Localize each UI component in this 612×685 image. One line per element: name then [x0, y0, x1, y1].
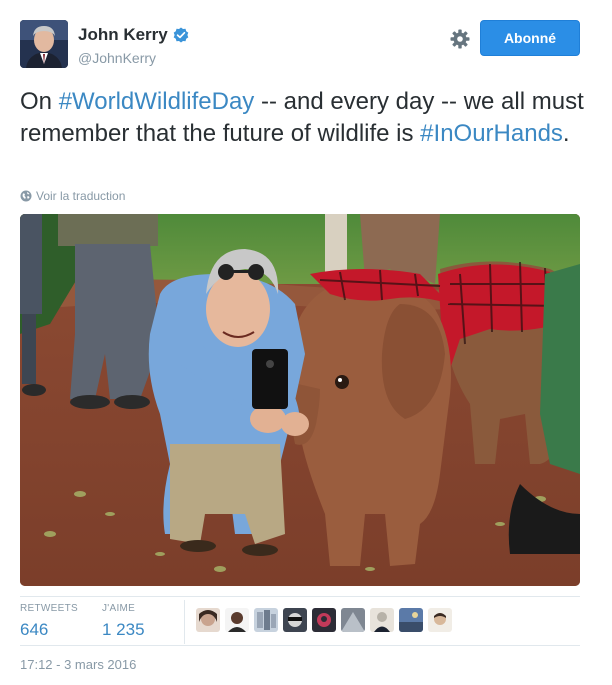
tweet-text-segment: On [20, 88, 59, 115]
tweet-text-segment: . [562, 120, 570, 147]
likers-avatars [196, 608, 452, 632]
liker-avatar[interactable] [254, 608, 278, 632]
hashtag-link[interactable]: #WorldWildlifeDay [59, 88, 255, 115]
likes-label: J'AIME [102, 603, 136, 614]
stats-divider-bottom [20, 645, 580, 646]
liker-avatar[interactable] [370, 608, 394, 632]
photo-man-with-elephants [20, 214, 580, 586]
tweet-timestamp[interactable]: 17:12 - 3 mars 2016 [20, 657, 136, 673]
liker-avatar[interactable] [428, 608, 452, 632]
retweets-label: RETWEETS [20, 603, 78, 614]
globe-icon [20, 190, 32, 202]
liker-avatar[interactable] [399, 608, 423, 632]
likes-stat[interactable]: J'AIME 1 235 [102, 603, 145, 641]
following-button[interactable]: Abonné [480, 20, 580, 56]
liker-avatar[interactable] [312, 608, 336, 632]
hashtag-link[interactable]: #InOurHands [420, 120, 563, 147]
author-display-name[interactable]: John Kerry [78, 25, 168, 45]
tweet-text: On #WorldWildlifeDay -- and every day --… [20, 86, 592, 150]
liker-avatar[interactable] [225, 608, 249, 632]
author-handle[interactable]: @JohnKerry [78, 49, 156, 67]
liker-avatar[interactable] [341, 608, 365, 632]
gear-icon[interactable] [449, 28, 471, 50]
liker-avatar[interactable] [283, 608, 307, 632]
translate-link[interactable]: Voir la traduction [20, 189, 125, 203]
retweet-stat[interactable]: RETWEETS 646 [20, 603, 78, 641]
liker-avatar[interactable] [196, 608, 220, 632]
author-name-row[interactable]: John Kerry [78, 25, 189, 45]
translate-label: Voir la traduction [36, 189, 126, 203]
verified-badge-icon [173, 27, 189, 43]
stats-divider-top [20, 596, 580, 597]
tweet-photo[interactable] [20, 214, 580, 586]
stats-separator [184, 600, 185, 644]
tweet-card: John Kerry @JohnKerry Abonné On #WorldWi… [0, 0, 612, 685]
avatar-image [20, 20, 68, 68]
author-avatar[interactable] [20, 20, 68, 68]
retweets-count[interactable]: 646 [20, 619, 78, 641]
likes-count[interactable]: 1 235 [102, 619, 145, 641]
